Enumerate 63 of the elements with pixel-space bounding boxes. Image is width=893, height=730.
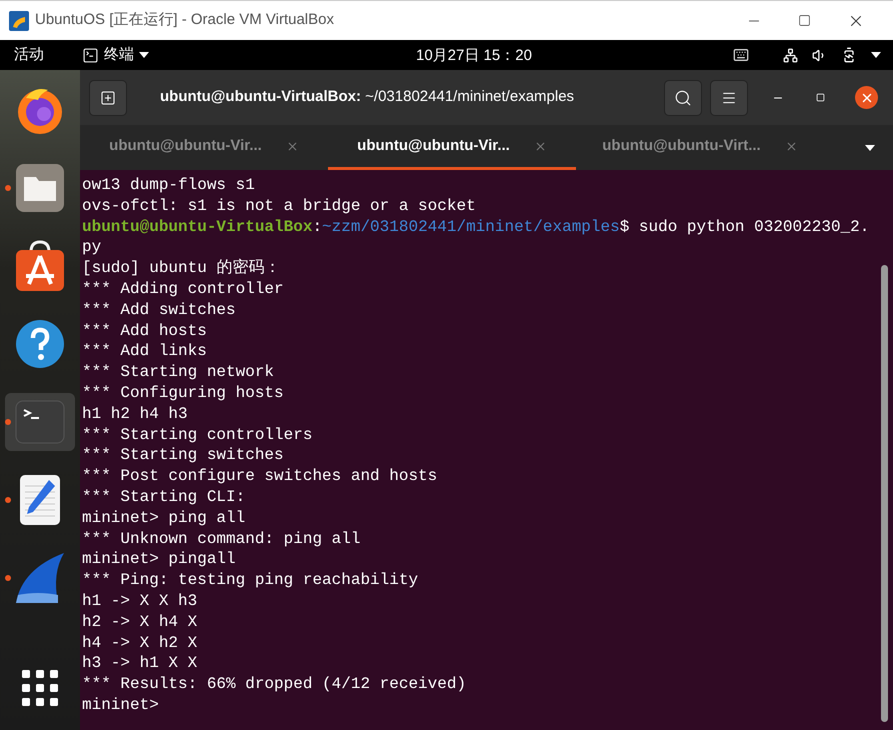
network-icon[interactable] (783, 48, 798, 62)
terminal-text: *** Add switches (82, 300, 236, 319)
window-title: UbuntuOS [正在运行] - Oracle VM VirtualBox (35, 10, 334, 30)
terminal-text: *** Starting CLI: (82, 488, 246, 506)
terminal-text: py (82, 238, 102, 256)
terminal-text: mininet> (82, 696, 159, 714)
terminal-title: ubuntu@ubuntu-VirtualBox: ~/031802441/mininet/examples (160, 87, 574, 108)
terminal-text: *** Post configure switches and hosts (82, 467, 438, 486)
close-tab-icon[interactable] (534, 140, 547, 152)
terminal-text: *** Add hosts (82, 322, 207, 340)
text-editor-icon (19, 474, 61, 526)
terminal-text: *** Unknown command: ping all (82, 530, 360, 548)
close-tab-icon[interactable] (286, 140, 299, 152)
terminal-text: h3 -> h1 X X (82, 654, 198, 672)
app-menu-label: 终端 (104, 44, 134, 65)
prompt-path: ~zzm/031802441/mininet/examples (322, 218, 620, 236)
app-grid-icon (22, 670, 58, 706)
terminal-text: mininet> pingall (82, 550, 236, 568)
app-menu[interactable]: 终端 (82, 44, 149, 66)
terminal-text: *** Starting switches (82, 446, 284, 464)
maximize-icon[interactable] (798, 14, 811, 27)
menu-button[interactable] (710, 80, 748, 116)
new-tab-icon (100, 90, 116, 106)
keyboard-icon[interactable] (733, 47, 749, 63)
caret-icon (871, 52, 881, 58)
terminal-tab[interactable]: ubuntu@ubuntu-Virt... (576, 125, 824, 170)
terminal-text: h2 -> X h4 X (82, 612, 198, 631)
close-button[interactable] (855, 86, 878, 109)
terminal-text: *** Ping: testing ping reachability (82, 571, 418, 590)
tabs-menu-caret-icon (865, 144, 875, 150)
shark-fin-icon (14, 551, 66, 605)
terminal-text: $ sudo python 032002230_2. (620, 218, 870, 236)
terminal-text: *** Add links (82, 342, 207, 360)
terminal-text: mininet> ping all (82, 508, 246, 527)
help-icon (15, 319, 65, 369)
terminal-text: *** Starting controllers (82, 426, 312, 444)
terminal-text: *** Adding controller (82, 280, 284, 298)
terminal-text: *** Starting network (82, 363, 274, 382)
caret-icon (139, 52, 149, 58)
folder-icon (15, 163, 65, 213)
new-tab-button[interactable] (89, 80, 127, 116)
terminal-text: *** Configuring hosts (82, 384, 284, 402)
restore-icon[interactable] (816, 93, 825, 102)
activities-button[interactable]: 活动 (14, 44, 44, 66)
terminal-text: : (312, 218, 322, 236)
terminal-icon (82, 46, 99, 64)
search-icon (674, 88, 692, 106)
scrollbar-thumb[interactable] (881, 265, 888, 722)
clock[interactable]: 10月27日 15：20 (416, 45, 532, 68)
terminal-text: ow13 dump-flows s1 (82, 176, 255, 194)
terminal-text: h1 h2 h4 h3 (82, 404, 188, 423)
terminal-text: ovs-ofctl: s1 is not a bridge or a socket (82, 196, 476, 215)
prompt-user: ubuntu@ubuntu-VirtualBox (82, 218, 312, 236)
terminal-text: h1 -> X X h3 (82, 592, 198, 610)
shopping-bag-icon (15, 240, 65, 292)
search-button[interactable] (664, 80, 702, 116)
close-tab-icon[interactable] (784, 140, 798, 152)
app-icon (9, 10, 29, 30)
terminal-tab[interactable]: ubuntu@ubuntu-Vir... (80, 125, 328, 170)
terminal-icon (15, 400, 65, 444)
terminal-text: [sudo] ubuntu 的密码： (82, 259, 280, 278)
terminal-text: h4 -> X h2 X (82, 634, 198, 652)
terminal-text: *** Results: 66% dropped (4/12 received) (82, 675, 466, 694)
